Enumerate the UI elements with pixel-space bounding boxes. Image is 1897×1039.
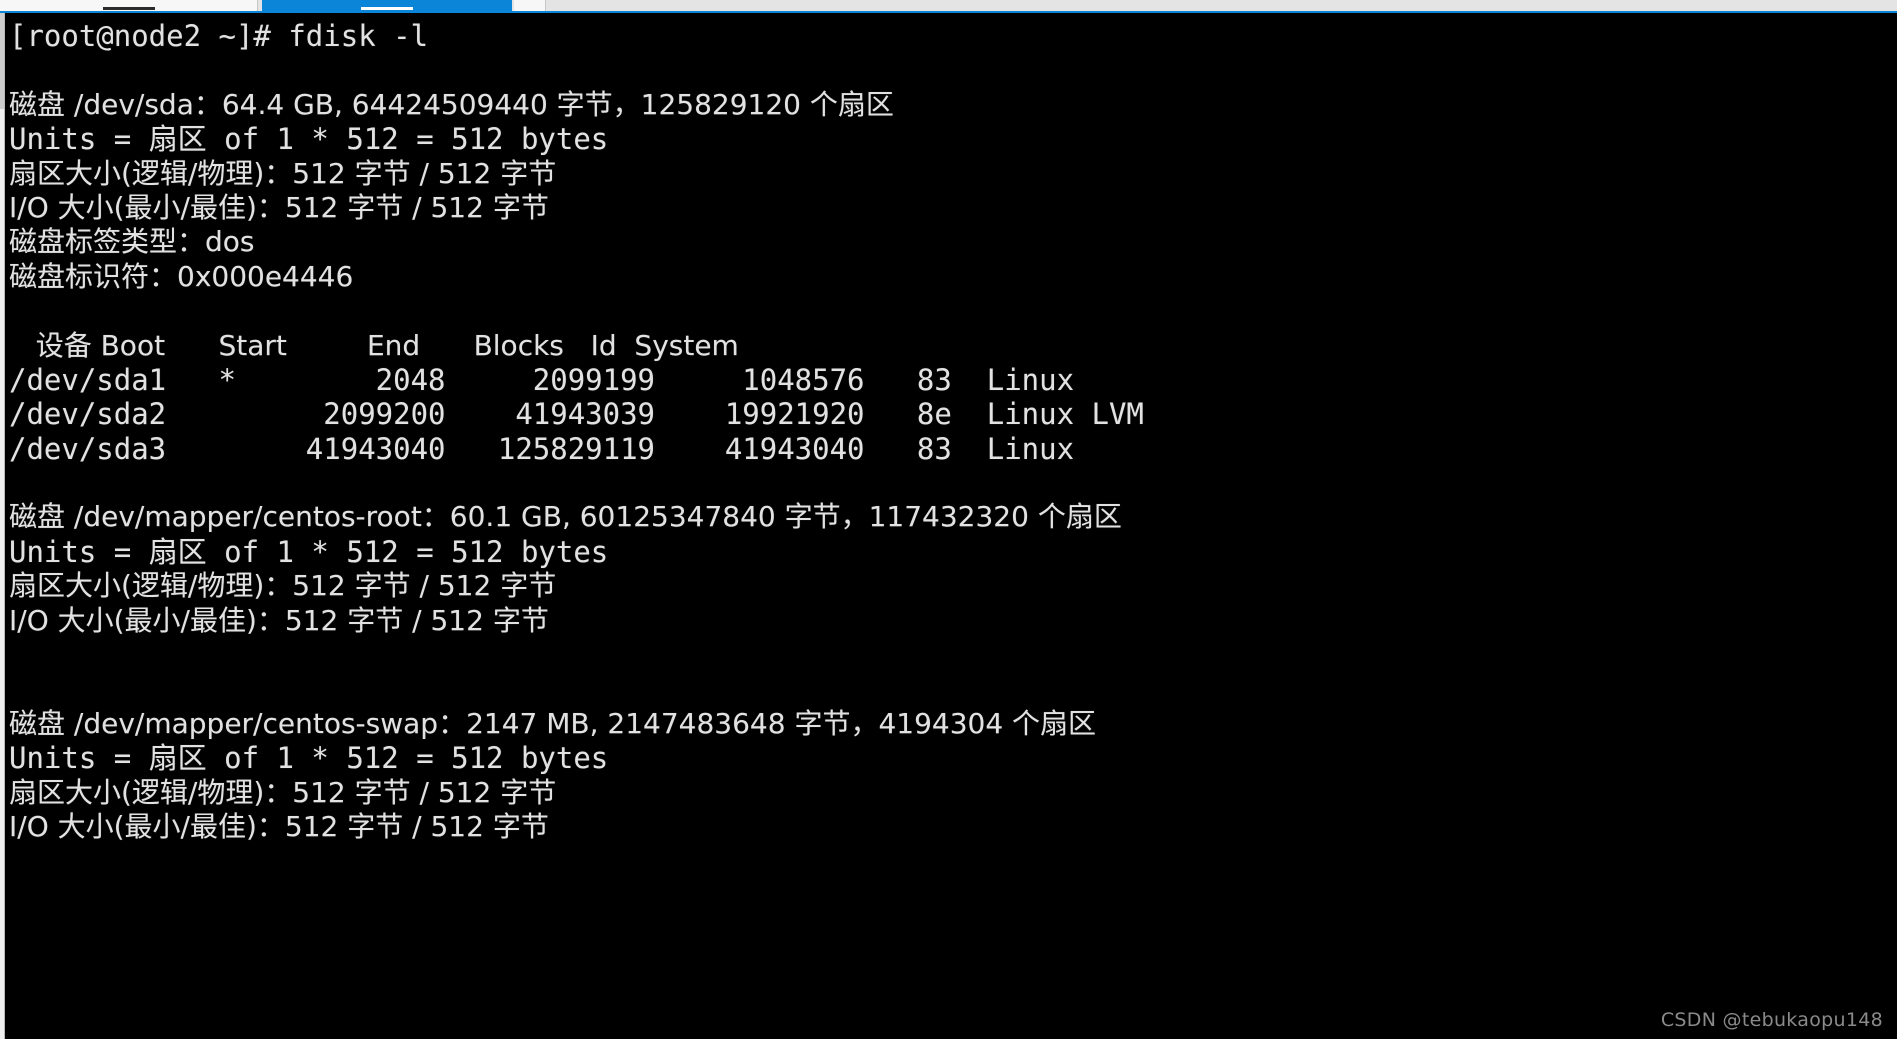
disk-sector-size-sda: 扇区大小(逻辑/物理)：512 字节 / 512 字节 xyxy=(9,156,557,190)
disk-io-size-centos-swap: I/O 大小(最小/最佳)：512 字节 / 512 字节 xyxy=(9,809,549,843)
disk-io-size-sda: I/O 大小(最小/最佳)：512 字节 / 512 字节 xyxy=(9,190,549,224)
disk-label-type-sda: 磁盘标签类型：dos xyxy=(9,225,255,259)
terminal-output-pane[interactable]: [root@node2 ~]# fdisk -l 磁盘 /dev/sda：64.… xyxy=(5,13,1897,1039)
terminal-line-prompt: [root@node2 ~]# fdisk -l xyxy=(9,19,429,53)
disk-header-centos-root: 磁盘 /dev/mapper/centos-root：60.1 GB, 6012… xyxy=(9,500,1122,534)
disk-io-size-centos-root: I/O 大小(最小/最佳)：512 字节 / 512 字节 xyxy=(9,603,549,637)
disk-sector-size-centos-swap: 扇区大小(逻辑/物理)：512 字节 / 512 字节 xyxy=(9,775,557,809)
partition-row-sda3: /dev/sda3 41943040 125829119 41943040 83… xyxy=(9,431,1075,466)
tab-minimize-dash-icon xyxy=(102,7,155,10)
csdn-watermark: CSDN @tebukaopu148 xyxy=(1660,1009,1883,1031)
disk-identifier-sda: 磁盘标识符：0x000e4446 xyxy=(9,259,354,293)
partition-table-header: 设备 Boot Start End Blocks Id System xyxy=(9,328,739,362)
disk-header-centos-swap: 磁盘 /dev/mapper/centos-swap：2147 MB, 2147… xyxy=(9,706,1097,740)
disk-units-sda: Units = 扇区 of 1 * 512 = 512 bytes xyxy=(9,122,609,157)
partition-row-sda2: /dev/sda2 2099200 41943039 19921920 8e L… xyxy=(9,397,1144,432)
disk-units-centos-swap: Units = 扇区 of 1 * 512 = 512 bytes xyxy=(9,741,609,776)
tab-active-dash-icon xyxy=(361,7,413,10)
disk-units-centos-root: Units = 扇区 of 1 * 512 = 512 bytes xyxy=(9,534,609,569)
browser-tab-strip xyxy=(0,0,1897,13)
disk-sector-size-centos-root: 扇区大小(逻辑/物理)：512 字节 / 512 字节 xyxy=(9,569,557,603)
partition-row-sda1: /dev/sda1 * 2048 2099199 1048576 83 Linu… xyxy=(9,362,1075,397)
scrollbar-thumb[interactable] xyxy=(0,13,4,109)
disk-header-sda: 磁盘 /dev/sda：64.4 GB, 64424509440 字节，1258… xyxy=(9,87,894,121)
